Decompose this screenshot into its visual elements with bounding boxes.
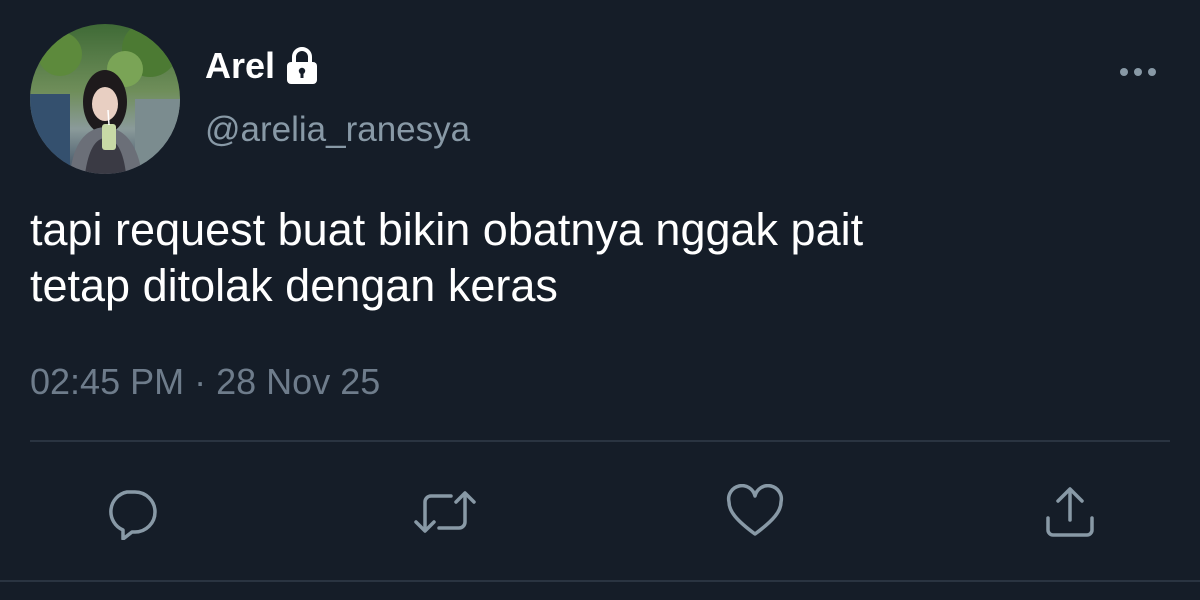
action-bar	[0, 484, 1200, 540]
divider-bottom	[0, 580, 1200, 582]
share-icon[interactable]	[1042, 484, 1098, 540]
timestamp-separator: ·	[194, 361, 207, 402]
user-handle[interactable]: @arelia_ranesya	[205, 108, 470, 152]
tweet-date: 28 Nov 25	[216, 361, 381, 402]
lock-icon	[283, 45, 321, 87]
retweet-icon[interactable]	[413, 484, 476, 540]
display-name-text[interactable]: Arel	[205, 42, 275, 90]
avatar[interactable]	[30, 24, 180, 174]
reply-icon[interactable]	[103, 484, 159, 540]
display-name[interactable]: Arel	[205, 42, 321, 90]
like-icon[interactable]	[726, 484, 784, 540]
profile-photo-icon	[30, 24, 180, 174]
more-options-icon[interactable]	[1116, 60, 1160, 84]
divider	[30, 440, 1170, 442]
tweet-text-line-2: tetap ditolak dengan keras	[30, 260, 558, 311]
tweet-text: tapi request buat bikin obatnya nggak pa…	[30, 202, 1150, 314]
tweet-card: Arel @arelia_ranesya tapi request buat b…	[0, 0, 1200, 600]
tweet-text-line-1: tapi request buat bikin obatnya nggak pa…	[30, 204, 864, 255]
tweet-time: 02:45 PM	[30, 361, 185, 402]
tweet-timestamp[interactable]: 02:45 PM · 28 Nov 25	[30, 358, 380, 406]
